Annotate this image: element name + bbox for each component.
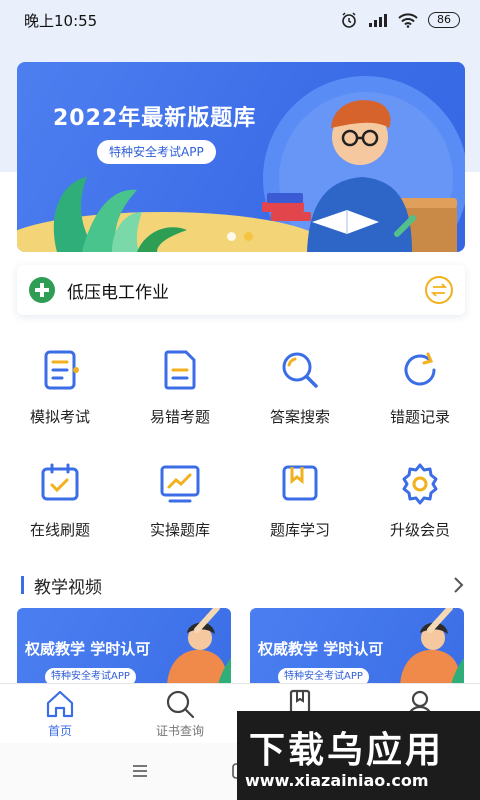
- status-bar: 晚上10:55 86: [0, 0, 480, 40]
- grid-item-practical-bank[interactable]: 实操题库: [120, 453, 240, 566]
- carousel-dot[interactable]: [227, 232, 236, 241]
- section-title: 教学视频: [34, 577, 102, 598]
- tab-label: 首页: [47, 724, 72, 738]
- status-time: 晚上10:55: [24, 11, 98, 30]
- bookmark-box-icon: [282, 465, 318, 501]
- mock-exam-icon: [44, 350, 79, 390]
- refresh-record-icon: [404, 352, 436, 386]
- section-accent-bar: [21, 576, 24, 594]
- switch-category-icon[interactable]: [425, 276, 453, 304]
- grid-item-label: 在线刷题: [29, 521, 90, 539]
- signal-icon: [369, 14, 387, 27]
- grid-item-error-prone[interactable]: 易错考题: [120, 340, 240, 453]
- carousel-indicator[interactable]: [227, 232, 253, 241]
- tab-certificate-query[interactable]: 证书查询: [120, 684, 240, 743]
- video-title: 权威教学 学时认可: [258, 640, 384, 658]
- home-icon: [46, 690, 74, 718]
- grid-item-label: 实操题库: [149, 521, 210, 539]
- grid-item-wrong-record[interactable]: 错题记录: [360, 340, 480, 453]
- category-label: 低压电工作业: [67, 282, 169, 303]
- grid-item-label: 升级会员: [389, 521, 450, 539]
- section-header-videos[interactable]: 教学视频: [0, 570, 480, 600]
- calendar-check-icon: [41, 463, 79, 501]
- grid-item-label: 答案搜索: [269, 408, 330, 426]
- menu-icon[interactable]: [130, 761, 150, 781]
- grid-item-label: 模拟考试: [29, 408, 90, 426]
- carousel-dot-active[interactable]: [244, 232, 253, 241]
- grid-item-answer-search[interactable]: 答案搜索: [240, 340, 360, 453]
- grid-item-upgrade-vip[interactable]: 升级会员: [360, 453, 480, 566]
- grid-item-label: 题库学习: [269, 521, 330, 539]
- function-grid: 模拟考试 易错考题 答案搜索 错题记录 在线刷题 实操题库 题库学习 升级会员: [0, 340, 480, 566]
- alarm-icon: [342, 12, 356, 28]
- video-card[interactable]: 权威教学 学时认可 特种安全考试APP: [250, 608, 464, 688]
- grid-item-mock-exam[interactable]: 模拟考试: [0, 340, 120, 453]
- chart-screen-icon: [160, 465, 200, 503]
- error-prone-icon: [164, 350, 196, 390]
- search-icon: [282, 352, 318, 388]
- banner-title: 2022年最新版题库: [53, 106, 257, 131]
- search-icon: [166, 690, 195, 719]
- student-illustration: [53, 100, 457, 252]
- grid-item-label: 错题记录: [389, 408, 450, 426]
- grid-item-label: 易错考题: [149, 408, 210, 426]
- watermark-logo: 下载乌应用 www.xiazainiao.com: [237, 711, 480, 800]
- wifi-icon: [398, 13, 418, 28]
- battery-indicator: 86: [428, 12, 460, 28]
- safety-cross-icon: [29, 277, 55, 303]
- category-selector[interactable]: 低压电工作业: [17, 265, 465, 315]
- gear-icon: [402, 463, 438, 505]
- watermark-url: www.xiazainiao.com: [245, 771, 429, 790]
- tab-label: 证书查询: [155, 724, 204, 738]
- video-title: 权威教学 学时认可: [25, 640, 151, 658]
- promo-banner[interactable]: 2022年最新版题库 特种安全考试APP: [17, 62, 465, 252]
- chevron-right-icon[interactable]: [446, 573, 470, 597]
- tab-home[interactable]: 首页: [0, 684, 120, 743]
- grid-item-online-practice[interactable]: 在线刷题: [0, 453, 120, 566]
- grid-item-bank-study[interactable]: 题库学习: [240, 453, 360, 566]
- banner-subtitle: 特种安全考试APP: [97, 140, 216, 164]
- video-card[interactable]: 权威教学 学时认可 特种安全考试APP: [17, 608, 231, 688]
- watermark-title: 下载乌应用: [249, 730, 445, 771]
- status-icons: 86: [340, 11, 460, 29]
